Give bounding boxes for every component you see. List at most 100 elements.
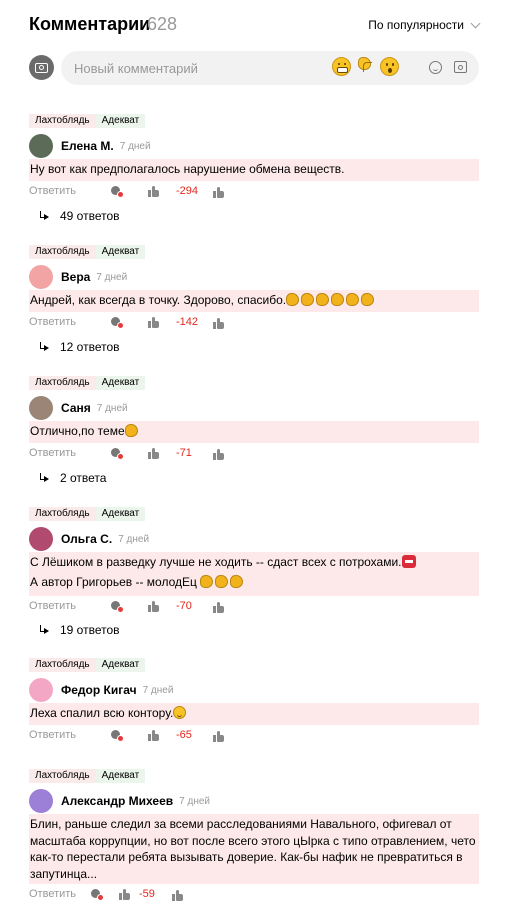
tag-lakhta: Лахтоблядь [29,658,96,672]
comment-actions: Ответить -59 [29,887,249,902]
comment-author: Саня 7 дней [29,396,128,420]
author-name[interactable]: Александр Михеев [61,794,173,808]
comment-body: Блин, раньше следил за всеми расследован… [29,814,479,884]
comment-score: -142 [176,316,199,328]
reply-button[interactable]: Ответить [29,888,76,900]
author-name[interactable]: Саня [61,401,91,415]
camera-icon [35,62,48,73]
reply-arrow-icon [39,211,49,221]
author-name[interactable]: Елена М. [61,139,114,153]
comment-body: Андрей, как всегда в точку. Здорово, спа… [29,290,479,312]
comment-actions: Ответить -65 [29,728,249,744]
comment-body: Леха спалил всю контору. [29,703,479,725]
reply-arrow-icon [39,625,49,635]
clap-emoji-icon [346,293,360,306]
comments-header: Комментарии 628 По популярности [29,14,481,38]
clap-emoji-icon [286,293,300,306]
comment-line: запутинца... [30,866,98,881]
clap-emoji-icon [331,293,345,306]
avatar[interactable] [29,134,53,158]
comment-line: С Лёшиком в разведку лучше не ходить -- … [30,555,402,569]
show-replies-button[interactable]: 12 ответов [39,339,120,355]
reply-button[interactable]: Ответить [29,729,76,741]
comment-author: Федор Кигач 7 дней [29,678,173,702]
comment-score: -59 [139,888,155,900]
comment-date: 7 дней [142,684,174,696]
comment-line: А автор Григорьев -- молодЕц [30,575,197,589]
clap-emoji-icon [361,293,375,306]
comment-line: Блин, раньше следил за всеми расследован… [30,817,452,831]
emoji-picker-icon[interactable] [429,61,442,74]
reactions-icon[interactable] [111,730,124,743]
comment-tags: Лахтоблядь Адекват [29,114,146,128]
sort-dropdown[interactable]: По популярности [368,18,481,32]
comment-actions: Ответить -294 [29,184,249,200]
avatar[interactable] [29,789,53,813]
replies-count: 2 ответа [60,471,107,485]
tag-lakhta: Лахтоблядь [29,114,96,128]
new-comment-row [29,51,479,85]
show-replies-button[interactable]: 49 ответов [39,208,120,224]
author-name[interactable]: Вера [61,270,90,284]
comment-date: 7 дней [118,533,150,545]
comment-line: Леха спалил всю контору. [30,706,174,720]
author-name[interactable]: Ольга С. [61,532,112,546]
reactions-icon[interactable] [111,601,124,614]
comment-tags: Лахтоблядь Адекват [29,507,146,521]
clap-emoji-icon [124,424,138,437]
comment-author: Ольга С. 7 дней [29,527,149,551]
reply-arrow-icon [39,342,49,352]
tag-adekvat: Адекват [95,658,146,672]
grin-emoji-icon[interactable] [332,57,351,76]
comment-date: 7 дней [96,271,128,283]
wow-emoji-icon[interactable] [380,57,399,76]
new-comment-input[interactable] [61,51,479,85]
comment-actions: Ответить -142 [29,315,249,331]
comment-line: Андрей, как всегда в точку. Здорово, спа… [30,293,287,307]
my-avatar[interactable] [29,55,54,80]
comment-score: -65 [176,729,192,741]
comment-line: Ну вот как предполагалось нарушение обме… [30,162,345,176]
comment-body: С Лёшиком в разведку лучше не ходить -- … [29,552,479,596]
reactions-icon[interactable] [111,448,124,461]
avatar[interactable] [29,527,53,551]
show-replies-button[interactable]: 2 ответа [39,470,106,486]
clap-emoji-icon [215,575,229,588]
avatar[interactable] [29,678,53,702]
tag-adekvat: Адекват [95,114,146,128]
reply-button[interactable]: Ответить [29,447,76,459]
tag-adekvat: Адекват [95,376,146,390]
devil-emoji-icon [401,555,416,568]
clap-emoji-icon [200,575,214,588]
comment-actions: Ответить -71 [29,446,249,462]
chevron-down-icon [470,18,481,28]
comments-count: 628 [147,14,178,34]
author-name[interactable]: Федор Кигач [61,683,137,697]
tag-adekvat: Адекват [95,769,146,783]
replies-count: 19 ответов [60,623,120,637]
input-tools [429,61,467,74]
sort-label: По популярности [368,18,464,32]
tag-lakhta: Лахтоблядь [29,769,96,783]
reply-button[interactable]: Ответить [29,185,76,197]
comment-author: Елена М. 7 дней [29,134,151,158]
clap-emoji-icon[interactable] [358,57,372,72]
attach-photo-icon[interactable] [454,61,467,73]
comment-line: масштаба коррупции, но вот после всего э… [30,833,476,848]
comment-date: 7 дней [96,402,128,414]
tag-adekvat: Адекват [95,245,146,259]
reactions-icon[interactable] [111,186,124,199]
show-replies-button[interactable]: 19 ответов [39,622,120,638]
clap-emoji-icon [301,293,315,306]
reply-button[interactable]: Ответить [29,600,76,612]
comment-author: Вера 7 дней [29,265,127,289]
avatar[interactable] [29,265,53,289]
reply-button[interactable]: Ответить [29,316,76,328]
comment-tags: Лахтоблядь Адекват [29,658,146,672]
reactions-icon[interactable] [111,317,124,330]
comment-date: 7 дней [119,140,151,152]
reactions-icon[interactable] [91,889,104,902]
avatar[interactable] [29,396,53,420]
comment-tags: Лахтоблядь Адекват [29,376,146,390]
comment-line: Отлично,по теме [30,424,125,438]
